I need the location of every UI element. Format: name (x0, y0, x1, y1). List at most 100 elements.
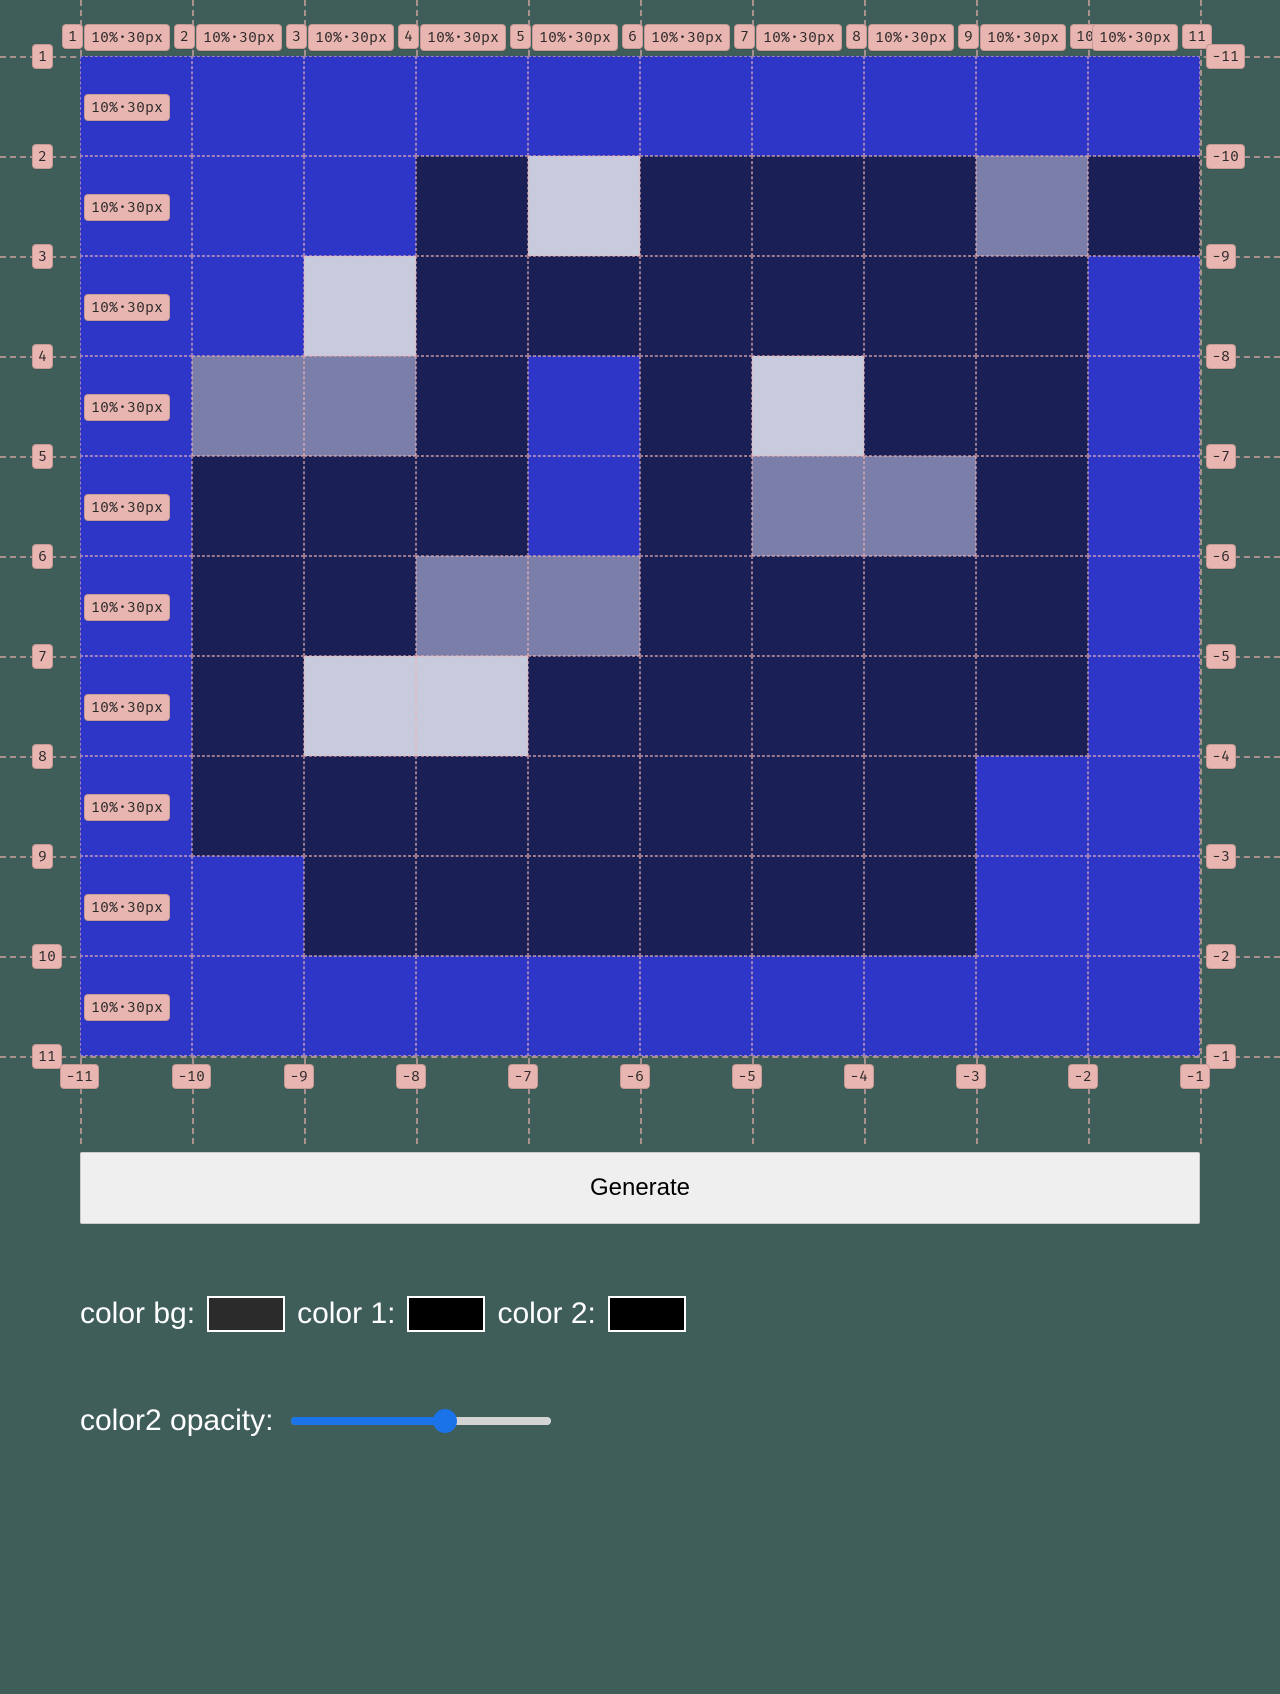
grid-cell (976, 556, 1088, 656)
grid-cell (752, 956, 864, 1056)
col-track-size: 10%·30px (1092, 24, 1178, 51)
grid-cell (640, 156, 752, 256)
grid-cell (304, 56, 416, 156)
grid-cell (416, 256, 528, 356)
grid-cell (192, 756, 304, 856)
grid-cell (640, 356, 752, 456)
row-line-number-neg: -10 (1206, 144, 1245, 169)
row-line-number: 7 (32, 644, 53, 669)
opacity-slider[interactable] (291, 1417, 551, 1425)
row-line-number: 9 (32, 844, 53, 869)
grid-cell (416, 356, 528, 456)
generate-button[interactable]: Generate (80, 1152, 1200, 1224)
row-line-number-neg: -11 (1206, 44, 1245, 69)
row-line-number-neg: -4 (1206, 744, 1236, 769)
grid-cell (528, 756, 640, 856)
grid-inspector: 110%·30px210%·30px310%·30px410%·30px510%… (32, 32, 1248, 1112)
grid-cell (304, 956, 416, 1056)
label-color-1: color 1: (297, 1297, 395, 1331)
grid-cell (864, 356, 976, 456)
grid-cell (640, 956, 752, 1056)
col-track-size: 10%·30px (420, 24, 506, 51)
grid-cell (304, 456, 416, 556)
grid-cell (304, 256, 416, 356)
grid-cell (864, 256, 976, 356)
grid-cell (528, 856, 640, 956)
row-line-number: 6 (32, 544, 53, 569)
col-line-number-neg: -11 (60, 1064, 99, 1089)
col-line-number: 5 (510, 24, 531, 49)
col-track-size: 10%·30px (868, 24, 954, 51)
row-track-size: 10%·30px (84, 194, 170, 221)
grid-cell (416, 756, 528, 856)
grid-cell (528, 456, 640, 556)
grid-cell (528, 956, 640, 1056)
col-track-size: 10%·30px (980, 24, 1066, 51)
col-line-number-neg: -8 (396, 1064, 426, 1089)
row-track-size: 10%·30px (84, 794, 170, 821)
row-line-number: 3 (32, 244, 53, 269)
color-bg-swatch[interactable] (207, 1296, 285, 1332)
grid-cell (752, 456, 864, 556)
row-track-size: 10%·30px (84, 394, 170, 421)
color-1-swatch[interactable] (407, 1296, 485, 1332)
col-line-number-neg: -4 (844, 1064, 874, 1089)
label-color-bg: color bg: (80, 1297, 195, 1331)
col-line-number: 6 (622, 24, 643, 49)
grid-cell (528, 656, 640, 756)
grid-cell (976, 56, 1088, 156)
grid-cell (416, 956, 528, 1056)
grid-cell (1088, 356, 1200, 456)
col-track-size: 10%·30px (756, 24, 842, 51)
grid-cell (192, 956, 304, 1056)
col-line-number-neg: -5 (732, 1064, 762, 1089)
grid-cell (752, 256, 864, 356)
row-line-number: 4 (32, 344, 53, 369)
col-line-number: 9 (958, 24, 979, 49)
row-line-number-neg: -9 (1206, 244, 1236, 269)
grid-cell (864, 556, 976, 656)
grid-cell (976, 656, 1088, 756)
row-track-size: 10%·30px (84, 294, 170, 321)
grid-cell (752, 156, 864, 256)
grid-cell (976, 956, 1088, 1056)
color-row: color bg: color 1: color 2: (80, 1296, 1200, 1332)
grid-cell (976, 856, 1088, 956)
row-line-number: 8 (32, 744, 53, 769)
grid-cell (752, 56, 864, 156)
grid-cell (1088, 556, 1200, 656)
grid-cell (752, 556, 864, 656)
grid-cell (304, 756, 416, 856)
grid-cell (304, 356, 416, 456)
grid-cell (416, 456, 528, 556)
grid-cell (192, 356, 304, 456)
grid-cell (416, 656, 528, 756)
label-color-2: color 2: (497, 1297, 595, 1331)
label-opacity: color2 opacity: (80, 1404, 273, 1438)
row-line-number-neg: -5 (1206, 644, 1236, 669)
grid-cell (976, 156, 1088, 256)
grid-cell (192, 556, 304, 656)
row-track-size: 10%·30px (84, 694, 170, 721)
grid-cell (416, 156, 528, 256)
row-line-number: 2 (32, 144, 53, 169)
grid-cell (864, 756, 976, 856)
grid-cell (192, 256, 304, 356)
col-line-number-neg: -2 (1068, 1064, 1098, 1089)
row-track-size: 10%·30px (84, 94, 170, 121)
grid-cell (1088, 56, 1200, 156)
row-line-number-neg: -3 (1206, 844, 1236, 869)
color-2-swatch[interactable] (608, 1296, 686, 1332)
grid-cell (640, 556, 752, 656)
col-line-number-neg: -7 (508, 1064, 538, 1089)
grid-cell (640, 56, 752, 156)
grid-cell (528, 356, 640, 456)
grid-cell (752, 856, 864, 956)
opacity-row: color2 opacity: (80, 1404, 1200, 1498)
grid-cell (416, 56, 528, 156)
grid-cell (304, 856, 416, 956)
grid-cell (640, 656, 752, 756)
grid-cell (1088, 256, 1200, 356)
row-line-number: 11 (32, 1044, 62, 1069)
grid-cell (976, 256, 1088, 356)
